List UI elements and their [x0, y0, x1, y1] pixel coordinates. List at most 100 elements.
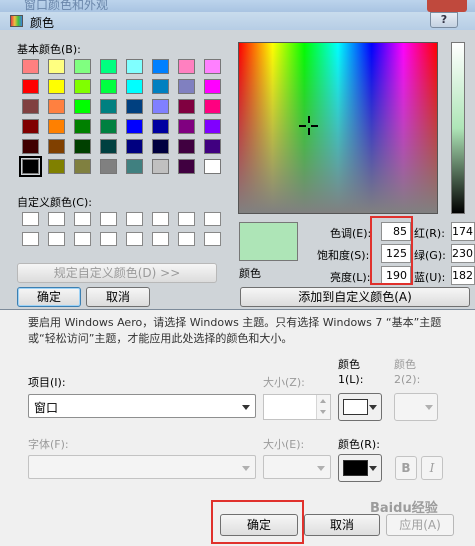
chevron-down-icon [369, 466, 377, 471]
watermark: Baidu经验 [370, 501, 438, 516]
custom-color-swatch[interactable] [152, 232, 169, 246]
basic-color-swatch[interactable] [204, 99, 221, 114]
basic-color-swatch[interactable] [100, 139, 117, 154]
basic-color-swatch[interactable] [178, 59, 195, 74]
basic-color-swatch[interactable] [74, 159, 91, 174]
basic-color-swatch[interactable] [74, 119, 91, 134]
basic-color-swatch[interactable] [126, 139, 143, 154]
basic-color-swatch[interactable] [126, 159, 143, 174]
basic-color-swatch[interactable] [22, 59, 39, 74]
chevron-down-icon [317, 466, 325, 471]
basic-color-swatch[interactable] [152, 79, 169, 94]
basic-color-swatch[interactable] [48, 119, 65, 134]
basic-color-swatch[interactable] [178, 99, 195, 114]
custom-color-swatch[interactable] [178, 232, 195, 246]
custom-color-swatch[interactable] [48, 232, 65, 246]
basic-color-swatch[interactable] [152, 99, 169, 114]
basic-color-swatch[interactable] [100, 79, 117, 94]
help-button[interactable]: ? [430, 12, 458, 28]
color2-label-line2: 2(2): [394, 373, 421, 386]
color1-swatch [343, 399, 368, 415]
basic-color-swatch[interactable] [100, 159, 117, 174]
custom-color-swatch[interactable] [152, 212, 169, 226]
basic-color-swatch[interactable] [126, 99, 143, 114]
custom-color-swatch[interactable] [22, 212, 39, 226]
color2-picker-button[interactable] [394, 393, 438, 421]
basic-colors-grid [19, 59, 221, 177]
item-size-spinner[interactable] [263, 394, 331, 420]
basic-color-swatch[interactable] [178, 139, 195, 154]
add-to-custom-colors-button[interactable]: 添加到自定义颜色(A) [240, 287, 470, 307]
custom-color-swatch[interactable] [100, 212, 117, 226]
blue-field[interactable]: 182 [451, 266, 475, 285]
basic-color-swatch[interactable] [48, 139, 65, 154]
basic-color-swatch[interactable] [22, 99, 39, 114]
basic-color-swatch[interactable] [22, 79, 39, 94]
color-cancel-button[interactable]: 取消 [86, 287, 150, 307]
define-custom-colors-button[interactable]: 规定自定义颜色(D) >> [17, 263, 217, 283]
basic-color-swatch[interactable] [22, 119, 39, 134]
basic-color-swatch[interactable] [204, 159, 221, 174]
basic-color-swatch[interactable] [19, 156, 42, 177]
custom-colors-label: 自定义颜色(C): [17, 196, 92, 209]
basic-color-swatch[interactable] [100, 99, 117, 114]
custom-color-swatch[interactable] [48, 212, 65, 226]
item-select[interactable]: 窗口 [28, 394, 256, 418]
basic-color-swatch[interactable] [178, 119, 195, 134]
basic-color-swatch[interactable] [48, 159, 65, 174]
basic-color-swatch[interactable] [204, 59, 221, 74]
font-color-label: 颜色(R): [338, 438, 380, 451]
red-field[interactable]: 174 [451, 222, 475, 241]
bold-button[interactable]: B [395, 456, 417, 480]
basic-color-swatch[interactable] [152, 59, 169, 74]
custom-color-swatch[interactable] [100, 232, 117, 246]
item-size-label: 大小(Z): [263, 376, 305, 389]
background-window-titlebar: 窗口颜色和外观 [0, 0, 475, 12]
luminance-slider[interactable] [451, 42, 465, 214]
basic-color-swatch[interactable] [74, 99, 91, 114]
spinner-buttons[interactable] [316, 395, 330, 419]
background-close-button[interactable] [427, 0, 467, 12]
font-select[interactable] [28, 455, 256, 479]
basic-color-swatch[interactable] [152, 139, 169, 154]
font-color-picker-button[interactable] [338, 454, 382, 482]
green-field[interactable]: 230 [451, 244, 475, 263]
custom-color-swatch[interactable] [204, 232, 221, 246]
font-size-select[interactable] [263, 455, 331, 479]
custom-color-swatch[interactable] [126, 212, 143, 226]
basic-color-swatch[interactable] [204, 79, 221, 94]
basic-color-swatch[interactable] [152, 159, 169, 174]
basic-color-swatch[interactable] [100, 59, 117, 74]
custom-color-swatch[interactable] [126, 232, 143, 246]
basic-color-swatch[interactable] [22, 139, 39, 154]
basic-color-swatch[interactable] [178, 79, 195, 94]
custom-color-swatch[interactable] [74, 212, 91, 226]
green-label: 绿(G): [414, 249, 446, 262]
crosshair-icon[interactable] [299, 116, 318, 135]
custom-color-swatch[interactable] [22, 232, 39, 246]
basic-color-swatch[interactable] [74, 139, 91, 154]
basic-color-swatch[interactable] [48, 59, 65, 74]
basic-color-swatch[interactable] [178, 159, 195, 174]
color-ok-button[interactable]: 确定 [17, 287, 81, 307]
color1-picker-button[interactable] [338, 393, 382, 421]
custom-color-swatch[interactable] [74, 232, 91, 246]
basic-color-swatch[interactable] [126, 79, 143, 94]
basic-color-swatch[interactable] [48, 79, 65, 94]
chevron-down-icon [242, 466, 250, 471]
custom-color-swatch[interactable] [204, 212, 221, 226]
color-spectrum[interactable] [238, 42, 438, 214]
basic-color-swatch[interactable] [126, 119, 143, 134]
cancel-button[interactable]: 取消 [304, 514, 380, 536]
custom-color-swatch[interactable] [178, 212, 195, 226]
basic-color-swatch[interactable] [204, 119, 221, 134]
basic-color-swatch[interactable] [74, 59, 91, 74]
italic-button[interactable]: I [421, 456, 443, 480]
basic-color-swatch[interactable] [74, 79, 91, 94]
basic-color-swatch[interactable] [100, 119, 117, 134]
apply-button[interactable]: 应用(A) [386, 514, 454, 536]
basic-color-swatch[interactable] [48, 99, 65, 114]
basic-color-swatch[interactable] [126, 59, 143, 74]
basic-color-swatch[interactable] [204, 139, 221, 154]
basic-color-swatch[interactable] [152, 119, 169, 134]
